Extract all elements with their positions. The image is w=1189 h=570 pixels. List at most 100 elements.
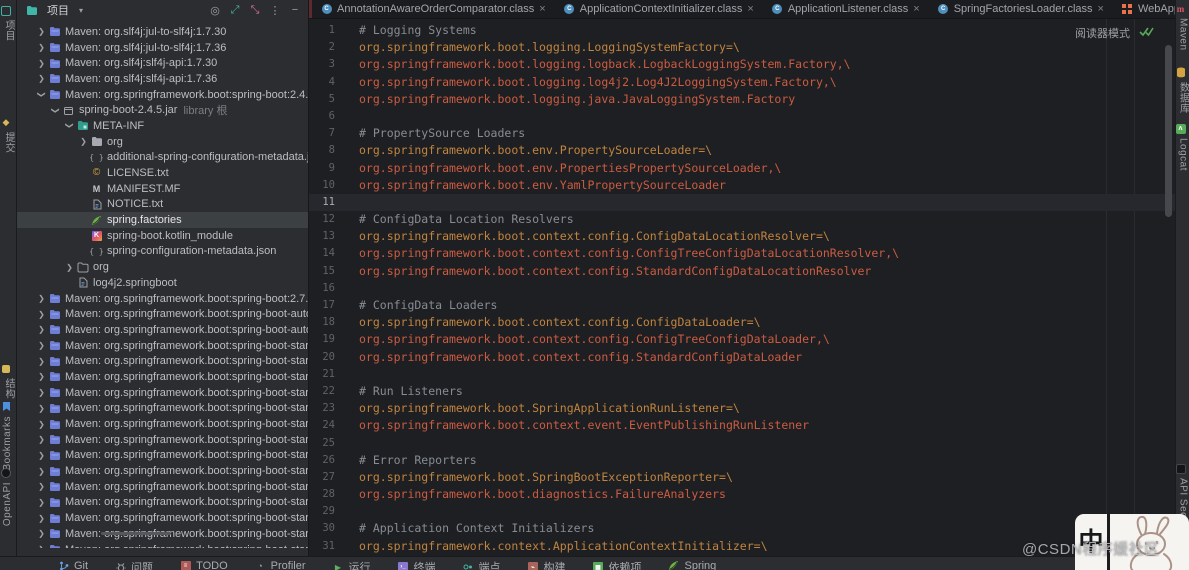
bottom-tool-profiler[interactable]: ◔ Profiler [255, 559, 305, 570]
close-icon[interactable]: × [1098, 3, 1104, 15]
editor-tab[interactable]: C AnnotationAwareOrderComparator.class × [312, 0, 555, 18]
tree-item[interactable]: { } spring-configuration-metadata.json [17, 244, 308, 260]
chevron-right-icon[interactable]: ❯ [35, 435, 48, 444]
tree-item[interactable]: ❯ Maven: org.springframework.boot:spring… [17, 322, 308, 338]
code-line[interactable]: 26 # Error Reporters [309, 452, 1176, 469]
code-line[interactable]: 18 org.springframework.boot.context.conf… [309, 314, 1176, 331]
chevron-right-icon[interactable]: ❯ [35, 388, 48, 397]
chevron-right-icon[interactable]: ❯ [35, 514, 48, 523]
code-line[interactable]: 28 org.springframework.boot.diagnostics.… [309, 486, 1176, 503]
tree-item[interactable]: ❯ org [17, 134, 308, 150]
bottom-tool-terminal[interactable]: ›_ 终端 [397, 559, 435, 570]
chevron-down-icon[interactable]: ❯ [35, 90, 48, 99]
tree-item[interactable]: ❯ Maven: org.springframework.boot:spring… [17, 338, 308, 354]
tree-item[interactable]: spring.factories [17, 212, 308, 228]
code-line[interactable]: 11 [309, 193, 1176, 212]
chevron-down-icon[interactable]: ▾ [74, 3, 88, 17]
chevron-right-icon[interactable]: ❯ [35, 74, 48, 83]
code-line[interactable]: 23 org.springframework.boot.SpringApplic… [309, 400, 1176, 417]
code-line[interactable]: 20 org.springframework.boot.context.conf… [309, 349, 1176, 366]
code-line[interactable]: 22 # Run Listeners [309, 383, 1176, 400]
chevron-right-icon[interactable]: ❯ [35, 310, 48, 319]
tree-item[interactable]: ❯ Maven: org.springframework.boot:spring… [17, 542, 308, 548]
tree-item[interactable]: ❯ Maven: org.springframework.boot:spring… [17, 416, 308, 432]
code-line[interactable]: 24 org.springframework.boot.context.even… [309, 417, 1176, 434]
chevron-right-icon[interactable]: ❯ [35, 372, 48, 381]
toolwindow-button-0[interactable]: m Maven [1176, 2, 1189, 51]
chevron-right-icon[interactable]: ❯ [35, 529, 48, 538]
chevron-right-icon[interactable]: ❯ [35, 27, 48, 36]
code-line[interactable]: 25 [309, 435, 1176, 452]
bottom-tool-dependencies[interactable]: ▦ 依赖项 [592, 559, 641, 570]
editor[interactable]: 1 # Logging Systems 2 org.springframewor… [309, 19, 1176, 557]
code-line[interactable]: 7 # PropertySource Loaders [309, 125, 1176, 142]
tree-item[interactable]: ❯ Maven: org.springframework.boot:spring… [17, 369, 308, 385]
tree-item[interactable]: ❯ Maven: org.springframework.boot:spring… [17, 448, 308, 464]
code-line[interactable]: 12 # ConfigData Location Resolvers [309, 211, 1176, 228]
tree-item[interactable]: ❯ Maven: org.slf4j:jul-to-slf4j:1.7.30 [17, 24, 308, 40]
code-line[interactable]: 13 org.springframework.boot.context.conf… [309, 228, 1176, 245]
code-line[interactable]: 14 org.springframework.boot.context.conf… [309, 245, 1176, 262]
toolwindow-button-1[interactable]: 数据库 [1176, 66, 1189, 114]
code-line[interactable]: 29 [309, 503, 1176, 520]
chevron-down-icon[interactable]: ❯ [63, 121, 76, 130]
tree-item[interactable]: ❯ Maven: org.springframework.boot:spring… [17, 401, 308, 417]
tree-horizontal-scrollbar[interactable] [101, 532, 171, 535]
tree-item[interactable]: NOTICE.txt [17, 197, 308, 213]
tree-item[interactable]: log4j2.springboot [17, 275, 308, 291]
toolwindow-button-0[interactable]: 项目 [0, 4, 16, 41]
tree-item[interactable]: © LICENSE.txt [17, 165, 308, 181]
tree-item[interactable]: ❯ org [17, 259, 308, 275]
tree-item[interactable]: ❯ Maven: org.slf4j:slf4j-api:1.7.30 [17, 55, 308, 71]
chevron-right-icon[interactable]: ❯ [35, 43, 48, 52]
tree-item[interactable]: ❯ Maven: org.springframework.boot:spring… [17, 432, 308, 448]
toolwindow-button-3[interactable]: API Sec [1175, 462, 1189, 518]
tree-item[interactable]: ❯ spring-boot-2.4.5.jar library 根 [17, 102, 308, 118]
bottom-tool-endpoints[interactable]: 端点 [462, 559, 500, 570]
code-line[interactable]: 8 org.springframework.boot.env.PropertyS… [309, 142, 1176, 159]
code-line[interactable]: 19 org.springframework.boot.context.conf… [309, 331, 1176, 348]
tree-item[interactable]: ❯ Maven: org.springframework.boot:spring… [17, 479, 308, 495]
tree-item[interactable]: ❯ Maven: org.springframework.boot:spring… [17, 510, 308, 526]
chevron-right-icon[interactable]: ❯ [77, 137, 90, 146]
chevron-down-icon[interactable]: ❯ [49, 106, 62, 115]
reader-mode-toggle[interactable]: 阅读器模式 [1075, 25, 1154, 41]
toolwindow-button-3[interactable]: Bookmarks [0, 400, 16, 471]
code-line[interactable]: 6 [309, 108, 1176, 125]
chevron-right-icon[interactable]: ❯ [35, 341, 48, 350]
editor-tab[interactable]: C ApplicationListener.class × [763, 0, 929, 18]
hide-icon[interactable]: − [288, 3, 302, 17]
tree-item[interactable]: ❯ Maven: org.slf4j:slf4j-api:1.7.36 [17, 71, 308, 87]
tree-item[interactable]: ❯ Maven: org.slf4j:jul-to-slf4j:1.7.36 [17, 40, 308, 56]
close-icon[interactable]: × [913, 3, 919, 15]
code-line[interactable]: 10 org.springframework.boot.env.YamlProp… [309, 177, 1176, 194]
tree-item[interactable]: ❯ Maven: org.springframework.boot:spring… [17, 291, 308, 307]
bottom-tool-todo[interactable]: ≡ TODO [180, 559, 228, 570]
code-area[interactable]: 1 # Logging Systems 2 org.springframewor… [309, 19, 1176, 555]
bottom-tool-problems[interactable]: 问题 [115, 559, 153, 570]
tree-item[interactable]: ❯ META-INF [17, 118, 308, 134]
bottom-tool-git[interactable]: Git [58, 559, 88, 570]
code-line[interactable]: 3 org.springframework.boot.logging.logba… [309, 56, 1176, 73]
toolwindow-button-2[interactable]: ᴧ Logcat [1175, 122, 1189, 171]
tree-item[interactable]: M MANIFEST.MF [17, 181, 308, 197]
code-line[interactable]: 9 org.springframework.boot.env.Propertie… [309, 160, 1176, 177]
chevron-right-icon[interactable]: ❯ [35, 59, 48, 68]
bottom-tool-run[interactable]: ▶ 运行 [332, 559, 371, 570]
tree-item[interactable]: { } additional-spring-configuration-meta… [17, 150, 308, 166]
code-line[interactable]: 1 # Logging Systems [309, 22, 1176, 39]
expand-all-icon[interactable]: ⤢ [228, 3, 242, 17]
toolwindow-button-2[interactable]: 结构 [0, 362, 16, 399]
editor-scrollbar-thumb[interactable] [1165, 45, 1172, 217]
code-line[interactable]: 17 # ConfigData Loaders [309, 297, 1176, 314]
more-icon[interactable]: ⋮ [268, 3, 282, 17]
chevron-right-icon[interactable]: ❯ [35, 404, 48, 413]
chevron-right-icon[interactable]: ❯ [35, 420, 48, 429]
bottom-tool-build[interactable]: ⌁ 构建 [527, 559, 565, 570]
chevron-right-icon[interactable]: ❯ [35, 467, 48, 476]
code-line[interactable]: 27 org.springframework.boot.SpringBootEx… [309, 469, 1176, 486]
tree-item[interactable]: ❯ Maven: org.springframework.boot:spring… [17, 87, 308, 103]
tree-item[interactable]: ❯ Maven: org.springframework.boot:spring… [17, 385, 308, 401]
chevron-right-icon[interactable]: ❯ [35, 325, 48, 334]
tree-item[interactable]: ❯ Maven: org.springframework.boot:spring… [17, 353, 308, 369]
